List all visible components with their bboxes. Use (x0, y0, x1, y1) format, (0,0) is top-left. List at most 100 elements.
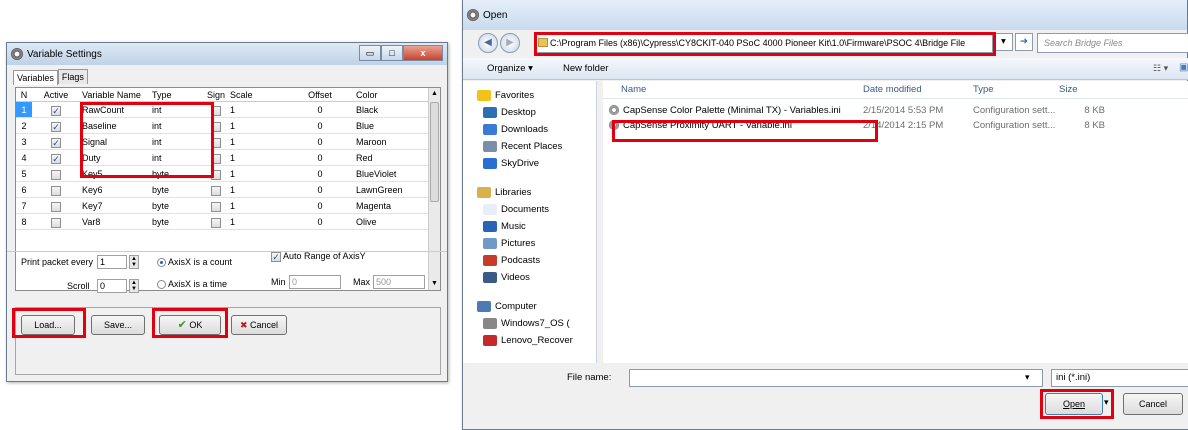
print-packet-input[interactable]: 1 (97, 255, 127, 269)
type-cell[interactable]: byte (150, 166, 204, 181)
views-icon[interactable]: ☷ ▾ (1153, 63, 1168, 74)
max-input[interactable]: 500 (373, 275, 425, 289)
scroll-spinner[interactable]: ▲ ▼ (129, 279, 139, 293)
col-date-modified[interactable]: Date modified (863, 81, 973, 98)
load-button[interactable]: Load... (21, 315, 75, 335)
checkbox-icon[interactable]: ✓ (51, 137, 61, 148)
nav-item-downloads[interactable]: Downloads (463, 121, 596, 138)
color-cell[interactable]: Olive (354, 214, 424, 229)
col-color[interactable]: Color (354, 88, 424, 101)
nav-item-podcasts[interactable]: Podcasts (463, 252, 596, 269)
forward-button[interactable]: ▶ (500, 33, 520, 53)
table-row[interactable]: 6 Key6 byte 1 0 LawnGreen (16, 182, 440, 198)
checkbox-icon[interactable] (51, 217, 61, 228)
color-cell[interactable]: Black (354, 102, 424, 117)
sign-checkbox[interactable] (204, 134, 228, 149)
nav-item-pictures[interactable]: Pictures (463, 235, 596, 252)
nav-item-recent-places[interactable]: Recent Places (463, 138, 596, 155)
organize-menu[interactable]: Organize ▾ (487, 63, 533, 74)
checkbox-icon[interactable] (211, 121, 221, 132)
col-scale[interactable]: Scale (228, 88, 284, 101)
col-name[interactable]: Name (603, 81, 863, 98)
variable-name-cell[interactable]: Key7 (80, 198, 150, 213)
checkbox-icon[interactable]: ✓ (51, 121, 61, 132)
color-cell[interactable]: BlueViolet (354, 166, 424, 181)
preview-pane-icon[interactable]: ▣ (1179, 62, 1188, 73)
checkbox-icon[interactable] (211, 105, 221, 116)
go-arrow-icon[interactable]: ➔ (1015, 33, 1033, 51)
type-cell[interactable]: int (150, 102, 204, 117)
col-size[interactable]: Size (1059, 81, 1119, 98)
table-row[interactable]: 8 Var8 byte 1 0 Olive (16, 214, 440, 230)
open-dialog-cancel-button[interactable]: Cancel (1123, 393, 1183, 415)
variable-name-cell[interactable]: Key5 (80, 166, 150, 181)
nav-item-libraries[interactable]: Libraries (463, 184, 596, 201)
address-bar[interactable]: C:\Program Files (x86)\Cypress\CY8CKIT-0… (535, 33, 993, 53)
radio-selected-icon[interactable] (157, 258, 166, 268)
nav-item-documents[interactable]: Documents (463, 201, 596, 218)
min-input[interactable]: 0 (289, 275, 341, 289)
table-row[interactable]: 4 ✓ Duty int 1 0 Red (16, 150, 440, 166)
nav-item-computer[interactable]: Computer (463, 298, 596, 315)
active-checkbox[interactable]: ✓ (32, 118, 80, 133)
type-cell[interactable]: int (150, 134, 204, 149)
nav-item-desktop[interactable]: Desktop (463, 104, 596, 121)
active-checkbox[interactable]: ✓ (32, 134, 80, 149)
type-cell[interactable]: int (150, 150, 204, 165)
offset-cell[interactable]: 0 (284, 166, 354, 181)
checkbox-checked-icon[interactable]: ✓ (271, 251, 281, 262)
variable-settings-titlebar[interactable]: Variable Settings ▭ □ x (7, 43, 447, 65)
sign-checkbox[interactable] (204, 118, 228, 133)
radio-icon[interactable] (157, 280, 166, 290)
variable-name-cell[interactable]: Duty (80, 150, 150, 165)
scale-cell[interactable]: 1 (228, 214, 284, 229)
open-dialog-titlebar[interactable]: Open (463, 0, 1187, 30)
offset-cell[interactable]: 0 (284, 182, 354, 197)
cancel-button[interactable]: ✖ Cancel (231, 315, 287, 335)
type-cell[interactable]: byte (150, 182, 204, 197)
maximize-button[interactable]: □ (381, 45, 403, 61)
sign-checkbox[interactable] (204, 198, 228, 213)
checkbox-icon[interactable] (51, 169, 61, 180)
scale-cell[interactable]: 1 (228, 198, 284, 213)
filename-dropdown-icon[interactable]: ▾ (1025, 372, 1030, 383)
color-cell[interactable]: Blue (354, 118, 424, 133)
nav-item-favorites[interactable]: Favorites (463, 87, 596, 104)
checkbox-icon[interactable]: ✓ (51, 105, 61, 116)
open-split-arrow-icon[interactable]: ▾ (1104, 397, 1109, 408)
tab-flags[interactable]: Flags (57, 69, 88, 84)
file-name-cell[interactable]: CapSense Proximity UART - Variable.ini (603, 118, 863, 133)
ok-button[interactable]: ✔ OK (159, 315, 221, 335)
type-cell[interactable]: byte (150, 214, 204, 229)
table-row[interactable]: 3 ✓ Signal int 1 0 Maroon (16, 134, 440, 150)
color-cell[interactable]: LawnGreen (354, 182, 424, 197)
active-checkbox[interactable] (32, 182, 80, 197)
save-button[interactable]: Save... (91, 315, 145, 335)
checkbox-icon[interactable] (211, 169, 221, 180)
close-button[interactable]: x (403, 45, 443, 61)
sign-checkbox[interactable] (204, 150, 228, 165)
variable-name-cell[interactable]: Signal (80, 134, 150, 149)
variable-name-cell[interactable]: Baseline (80, 118, 150, 133)
nav-item-videos[interactable]: Videos (463, 269, 596, 286)
print-packet-spinner[interactable]: ▲ ▼ (129, 255, 139, 269)
scale-cell[interactable]: 1 (228, 134, 284, 149)
offset-cell[interactable]: 0 (284, 214, 354, 229)
grid-scrollbar[interactable]: ▲ ▼ (428, 88, 440, 290)
type-cell[interactable]: int (150, 118, 204, 133)
active-checkbox[interactable]: ✓ (32, 102, 80, 117)
checkbox-icon[interactable]: ✓ (51, 153, 61, 164)
checkbox-icon[interactable] (51, 185, 61, 196)
new-folder-button[interactable]: New folder (563, 63, 608, 74)
offset-cell[interactable]: 0 (284, 134, 354, 149)
variable-name-cell[interactable]: RawCount (80, 102, 150, 117)
variable-name-cell[interactable]: Key6 (80, 182, 150, 197)
checkbox-icon[interactable] (211, 201, 221, 212)
nav-item-windows7-os[interactable]: Windows7_OS ( (463, 315, 596, 332)
checkbox-icon[interactable] (211, 185, 221, 196)
scroll-thumb[interactable] (430, 102, 439, 202)
variable-name-cell[interactable]: Var8 (80, 214, 150, 229)
col-offset[interactable]: Offset (284, 88, 354, 101)
type-cell[interactable]: byte (150, 198, 204, 213)
color-cell[interactable]: Magenta (354, 198, 424, 213)
